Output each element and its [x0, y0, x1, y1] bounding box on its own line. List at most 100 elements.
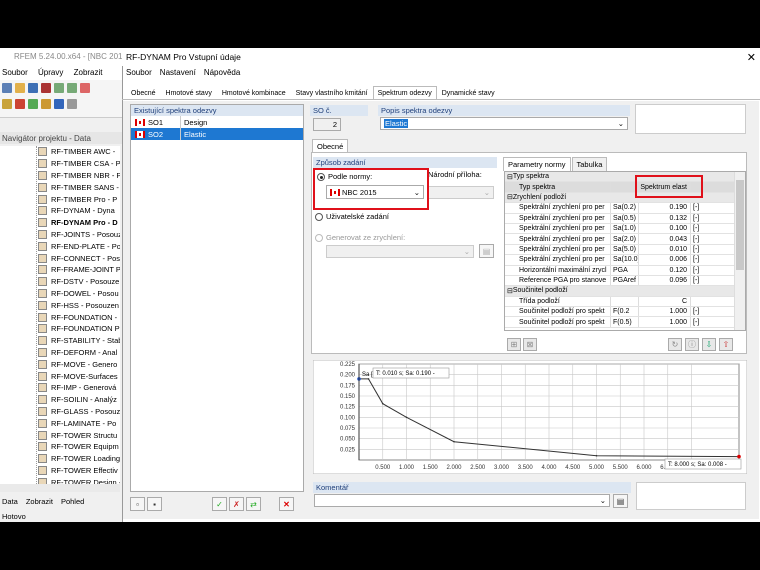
- tab-obecne[interactable]: Obecné: [126, 86, 161, 99]
- new-icon[interactable]: [2, 83, 12, 93]
- navigator-item[interactable]: RF-DEFORM - Anal: [0, 347, 120, 359]
- more-icon[interactable]: [67, 99, 77, 109]
- navigator-item[interactable]: RF-MOVE-Surfaces: [0, 370, 120, 382]
- rfem-menu-soubor[interactable]: Soubor: [2, 68, 28, 77]
- generate-combo[interactable]: ⌄: [326, 245, 474, 258]
- line-icon[interactable]: [15, 99, 25, 109]
- comment-button[interactable]: ▤: [613, 494, 628, 508]
- grid-row[interactable]: Spektrální zrychlení pro per Sa(5.0) 0.010…: [505, 244, 745, 256]
- subtab-obecne[interactable]: Obecné: [312, 139, 349, 153]
- grid-row[interactable]: Spektrální zrychlení pro per Sa(0.2) 0.190…: [505, 203, 745, 214]
- delete-spectrum-button[interactable]: ✕: [279, 497, 294, 511]
- member-icon[interactable]: [28, 99, 38, 109]
- collapse-icon[interactable]: ⊞: [507, 338, 521, 351]
- close-icon[interactable]: ✕: [747, 51, 756, 64]
- navigator-item[interactable]: RF-TOWER Design -: [0, 476, 120, 484]
- navigator-item[interactable]: RF-IMP - Generová: [0, 382, 120, 394]
- navigator-item[interactable]: RF-MOVE - Genero: [0, 358, 120, 370]
- grid-row[interactable]: Spektrální zrychlení pro per Sa(10.0) 0.00…: [505, 255, 745, 266]
- grid-row[interactable]: Součinitel podloží pro spekt F(0.5) 1.000[…: [505, 317, 745, 328]
- grid-row[interactable]: Typ spektra Spektrum elast: [505, 182, 745, 193]
- rfem-menu-zobrazit[interactable]: Zobrazit: [74, 68, 103, 77]
- tab-hmotove-kombinace[interactable]: Hmotové kombinace: [217, 86, 291, 99]
- grid-row[interactable]: Horizontální maximální zrycl PGA 0.120 [-]: [505, 265, 745, 276]
- navigator-item[interactable]: RF-DYNAM - Dyna: [0, 205, 120, 217]
- tab-hmotove-stavy[interactable]: Hmotové stavy: [161, 86, 217, 99]
- by-code-radio[interactable]: Podle normy:: [317, 172, 372, 182]
- navigator-item[interactable]: RF-JOINTS - Posouz: [0, 229, 120, 241]
- menu-napoveda[interactable]: Nápověda: [204, 68, 240, 80]
- spectrum-row[interactable]: SO1 Design: [131, 116, 303, 128]
- spectrum-row[interactable]: SO2 Elastic: [131, 128, 303, 140]
- grid-row[interactable]: Třída podloží C: [505, 296, 745, 308]
- grid-group-row[interactable]: ⊟ Součinitel podloží: [505, 286, 745, 297]
- grid-row[interactable]: Spektrální zrychlení pro per Sa(0.5) 0.132…: [505, 213, 745, 224]
- edit-button[interactable]: ▤: [479, 244, 494, 258]
- navigator-item[interactable]: RF-SOILIN - Analýz: [0, 394, 120, 406]
- navigator-item[interactable]: RF-DSTV - Posouze: [0, 276, 120, 288]
- comment-field[interactable]: ⌄: [314, 494, 610, 507]
- grid-row[interactable]: Spektrální zrychlení pro per Sa(2.0) 0.043…: [505, 234, 745, 245]
- navigator-hscroll[interactable]: [0, 484, 120, 492]
- navigator-item[interactable]: RF-TOWER Loading: [0, 453, 120, 465]
- navigator-item[interactable]: RF-FOUNDATION -: [0, 311, 120, 323]
- grid-group-row[interactable]: ⊟ Zrychlení podloží: [505, 192, 745, 204]
- expand-icon[interactable]: ⊠: [523, 338, 537, 351]
- nav-tab-zobrazit[interactable]: Zobrazit: [26, 497, 53, 506]
- navigator-item[interactable]: RF-FRAME-JOINT P: [0, 264, 120, 276]
- navigator-item[interactable]: RF-TIMBER SANS -: [0, 181, 120, 193]
- tab-stavy-kmitani[interactable]: Stavy vlastního kmitání: [291, 86, 373, 99]
- tab-spektrum-odezvy[interactable]: Spektrum odezvy: [372, 86, 437, 99]
- undo-icon[interactable]: [54, 83, 64, 93]
- node-icon[interactable]: [2, 99, 12, 109]
- redo-icon[interactable]: [67, 83, 77, 93]
- tab-parametry-normy[interactable]: Parametry normy: [503, 157, 571, 171]
- menu-soubor[interactable]: Soubor: [126, 68, 152, 80]
- grid-row[interactable]: Reference PGA pro stanove PGAref 0.096 [-]: [505, 275, 745, 287]
- tab-dynamicke-stavy[interactable]: Dynamické stavy: [437, 86, 500, 99]
- grid-row[interactable]: Součinitel podloží pro spekt F(0.2 1.000 [-…: [505, 307, 745, 318]
- check-all-button[interactable]: ✓: [212, 497, 227, 511]
- print-icon[interactable]: [41, 83, 51, 93]
- navigator-item[interactable]: RF-TIMBER NBR - P: [0, 170, 120, 182]
- invert-check-button[interactable]: ⇄: [246, 497, 261, 511]
- navigator-item[interactable]: RF-DYNAM Pro - D: [0, 217, 120, 229]
- navigator-item[interactable]: RF-TIMBER CSA - P: [0, 158, 120, 170]
- navigator-item[interactable]: RF-TOWER Structu: [0, 429, 120, 441]
- navigator-item[interactable]: RF-TOWER Equipm: [0, 441, 120, 453]
- export-icon[interactable]: ⇧: [719, 338, 733, 351]
- description-combo[interactable]: Elastic ⌄: [380, 117, 628, 130]
- delete-icon[interactable]: [80, 83, 90, 93]
- open-icon[interactable]: [15, 83, 25, 93]
- navigator-item[interactable]: RF-STABILITY - Stab: [0, 335, 120, 347]
- navigator-item[interactable]: RF-TIMBER AWC -: [0, 146, 120, 158]
- support-icon[interactable]: [41, 99, 51, 109]
- user-defined-radio[interactable]: Uživatelské zadání: [315, 212, 389, 222]
- refresh-icon[interactable]: ↻: [668, 338, 682, 351]
- code-combo[interactable]: NBC 2015 ⌄: [326, 185, 424, 199]
- navigator-item[interactable]: RF-GLASS - Posouz: [0, 406, 120, 418]
- navigator-item[interactable]: RF-HSS - Posouzen: [0, 299, 120, 311]
- save-icon[interactable]: [28, 83, 38, 93]
- navigator-item[interactable]: RF-DOWEL - Posou: [0, 288, 120, 300]
- rfem-menu-upravy[interactable]: Úpravy: [38, 68, 63, 77]
- navigator-item[interactable]: RF-LAMINATE - Po: [0, 417, 120, 429]
- tab-tabulka[interactable]: Tabulka: [571, 157, 608, 171]
- grid-vscroll[interactable]: [734, 172, 745, 330]
- navigator-item[interactable]: RF-TIMBER Pro - P: [0, 193, 120, 205]
- navigator-item[interactable]: RF-TOWER Effectiv: [0, 465, 120, 477]
- nav-tab-data[interactable]: Data: [2, 497, 18, 506]
- grid-group-row[interactable]: ⊟ Typ spektra: [505, 172, 745, 183]
- navigator-item[interactable]: RF-END-PLATE - Po: [0, 240, 120, 252]
- info-icon[interactable]: ⓘ: [685, 338, 699, 351]
- import-icon[interactable]: ⇩: [702, 338, 716, 351]
- navigator-item[interactable]: RF-CONNECT - Pos: [0, 252, 120, 264]
- annex-combo[interactable]: ⌄: [428, 186, 494, 199]
- nav-tab-pohled[interactable]: Pohled: [61, 497, 84, 506]
- generate-radio[interactable]: Generovat ze zrychlení:: [315, 233, 405, 243]
- grid-row[interactable]: Spektrální zrychlení pro per Sa(1.0) 0.100…: [505, 223, 745, 235]
- menu-nastaveni[interactable]: Nastavení: [160, 68, 196, 80]
- navigator-item[interactable]: RF-FOUNDATION P: [0, 323, 120, 335]
- uncheck-all-button[interactable]: ✗: [229, 497, 244, 511]
- load-icon[interactable]: [54, 99, 64, 109]
